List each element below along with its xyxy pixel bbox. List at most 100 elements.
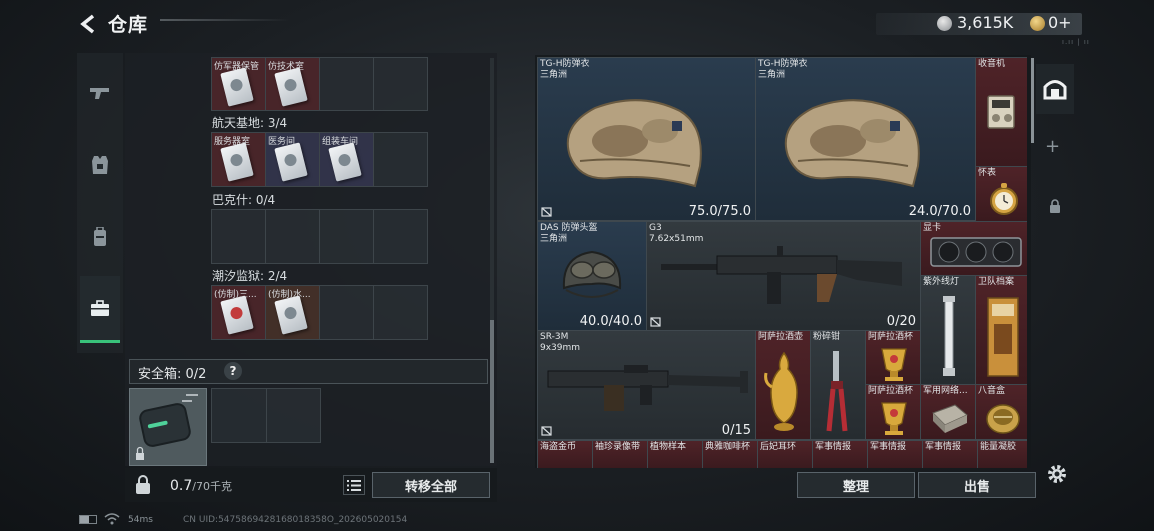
item-military-intel[interactable]: 军事情报 — [867, 440, 923, 468]
body-armor-icon — [566, 99, 702, 188]
empty-slot[interactable] — [319, 209, 374, 264]
user-uid: CN UID:5475869428168018358O_202605020154 — [183, 515, 408, 525]
cup-icon — [881, 348, 907, 381]
item-name: DAS 防弹头盔 三角洲 — [540, 223, 598, 244]
empty-slot[interactable] — [373, 57, 428, 111]
item-cup-2[interactable]: 阿萨拉酒杯 — [865, 384, 921, 440]
battery-icon — [79, 515, 97, 524]
gold-coin-icon — [1030, 16, 1045, 31]
nav-backpack[interactable] — [80, 206, 120, 268]
weight-capacity: /70千克 — [192, 480, 232, 493]
empty-slot[interactable] — [373, 285, 428, 340]
item-name: 阿萨拉酒杯 — [868, 386, 914, 396]
item-name: 植物样本 — [650, 442, 687, 452]
empty-slot[interactable] — [373, 132, 428, 187]
item-gpu[interactable]: 显卡 — [920, 221, 1027, 276]
keycard-icon — [220, 142, 254, 182]
lock-icon[interactable] — [134, 475, 152, 495]
item-military-intel[interactable]: 军事情报 — [812, 440, 868, 468]
item-radio[interactable]: 收音机 — [975, 57, 1027, 167]
item-coffee-cup[interactable]: 典雅咖啡杯 — [702, 440, 758, 468]
stash-tab-main[interactable] — [1036, 64, 1074, 114]
sell-button[interactable]: 出售 — [918, 472, 1036, 498]
nav-equipment[interactable] — [80, 134, 120, 196]
transfer-all-button[interactable]: 转移全部 — [372, 472, 490, 498]
stash-scrollbar[interactable] — [1031, 58, 1034, 143]
durability: 40.0/40.0 — [579, 314, 642, 329]
pliers-icon — [826, 351, 848, 432]
item-slot[interactable]: 仿军器保管 — [211, 57, 266, 111]
item-ewer[interactable]: 阿萨拉酒壶 — [755, 330, 811, 440]
empty-slot[interactable] — [265, 209, 320, 264]
item-slot[interactable]: 组装车间 — [319, 132, 374, 187]
item-slot[interactable]: (仿制)水... — [265, 285, 320, 340]
pocket-watch-icon — [990, 183, 1018, 215]
wifi-icon — [104, 513, 120, 525]
keycard-icon — [274, 142, 308, 182]
sort-button[interactable]: 整理 — [797, 472, 915, 498]
item-name: 海盗金币 — [540, 442, 577, 452]
page-title: 仓库 — [108, 14, 149, 36]
item-slot[interactable]: 服务器室 — [211, 132, 266, 187]
item-pliers[interactable]: 粉碎钳 — [810, 330, 866, 440]
item-helmet[interactable]: DAS 防弹头盔 三角洲 40.0/40.0 — [537, 221, 647, 331]
item-vest-2[interactable]: TG-H防弹衣 三角洲 24.0/70.0 — [755, 57, 976, 221]
settings-gear-icon[interactable] — [1046, 463, 1068, 485]
empty-slot[interactable] — [319, 285, 374, 340]
item-uv-lamp[interactable]: 紫外线灯 — [920, 275, 976, 385]
weight-value: 0.7 — [170, 478, 193, 494]
vault-icon — [1043, 80, 1067, 100]
keycard-icon — [328, 142, 362, 182]
item-name: 后妃耳环 — [760, 442, 797, 452]
briefcase-icon — [91, 299, 109, 316]
nav-items[interactable] — [80, 276, 120, 343]
list-view-button[interactable] — [343, 475, 365, 495]
item-network-device[interactable]: 军用网络... — [920, 384, 976, 440]
safe-box-container[interactable] — [129, 388, 207, 466]
item-videotape[interactable]: 袖珍录像带 — [592, 440, 648, 468]
item-name: 军事情报 — [870, 442, 907, 452]
item-g3[interactable]: G3 7.62x51mm 0/20 — [646, 221, 921, 331]
item-earrings[interactable]: 后妃耳环 — [757, 440, 813, 468]
add-stash-tab-button[interactable]: + — [1045, 136, 1060, 157]
inventory-row-aerospace: 服务器室 医务间 组装车间 — [211, 132, 428, 187]
flag-icon — [541, 426, 552, 436]
durability: 75.0/75.0 — [688, 204, 751, 219]
item-pirate-coin[interactable]: 海盗金币 — [537, 440, 593, 468]
item-name: TG-H防弹衣 三角洲 — [540, 59, 590, 80]
inventory-scrollbar-thumb[interactable] — [490, 320, 494, 463]
section-label-bakhsh: 巴克什: 0/4 — [212, 193, 276, 207]
item-energy-gel[interactable]: 能量凝胶 — [977, 440, 1027, 468]
item-plant-sample[interactable]: 植物样本 — [647, 440, 703, 468]
item-name: 军用网络... — [923, 386, 968, 396]
item-sr3m[interactable]: SR-3M 9x39mm 0/15 — [537, 330, 756, 440]
item-cup-1[interactable]: 阿萨拉酒杯 — [865, 330, 921, 385]
stash-grid: TG-H防弹衣 三角洲 75.0/75.0 TG-H防弹衣 三角洲 24.0/70.… — [537, 57, 1027, 468]
safe-box-label: 安全箱: 0/2 — [138, 367, 207, 382]
help-icon[interactable]: ? — [224, 362, 242, 380]
empty-slot[interactable] — [319, 57, 374, 111]
empty-slot[interactable] — [373, 209, 428, 264]
item-watch[interactable]: 怀表 — [975, 166, 1027, 222]
item-military-intel[interactable]: 军事情报 — [922, 440, 978, 468]
item-name: 怀表 — [978, 168, 997, 178]
item-name: 收音机 — [978, 59, 1006, 69]
item-slot[interactable]: (仿制)三... — [211, 285, 266, 340]
item-slot[interactable]: 医务间 — [265, 132, 320, 187]
item-name: 阿萨拉酒壶 — [758, 332, 804, 342]
item-vest-1[interactable]: TG-H防弹衣 三角洲 75.0/75.0 — [537, 57, 756, 221]
section-label-tidal-prison: 潮汐监狱: 2/4 — [212, 269, 288, 283]
back-button[interactable] — [76, 11, 102, 37]
item-name: 八音盒 — [978, 386, 1006, 396]
flag-icon — [650, 317, 661, 327]
item-slot[interactable]: 仿技术室 — [265, 57, 320, 111]
empty-slot[interactable] — [211, 209, 266, 264]
item-guard-file[interactable]: 卫队档案 — [975, 275, 1027, 385]
locked-tab-icon[interactable] — [1049, 198, 1061, 213]
item-music-box[interactable]: 八音盒 — [975, 384, 1027, 440]
nav-weapons[interactable] — [80, 62, 120, 124]
keycard-icon — [220, 67, 254, 107]
cup-icon — [881, 402, 907, 435]
item-name: 卫队档案 — [978, 277, 1015, 287]
rifle-icon — [661, 246, 902, 304]
